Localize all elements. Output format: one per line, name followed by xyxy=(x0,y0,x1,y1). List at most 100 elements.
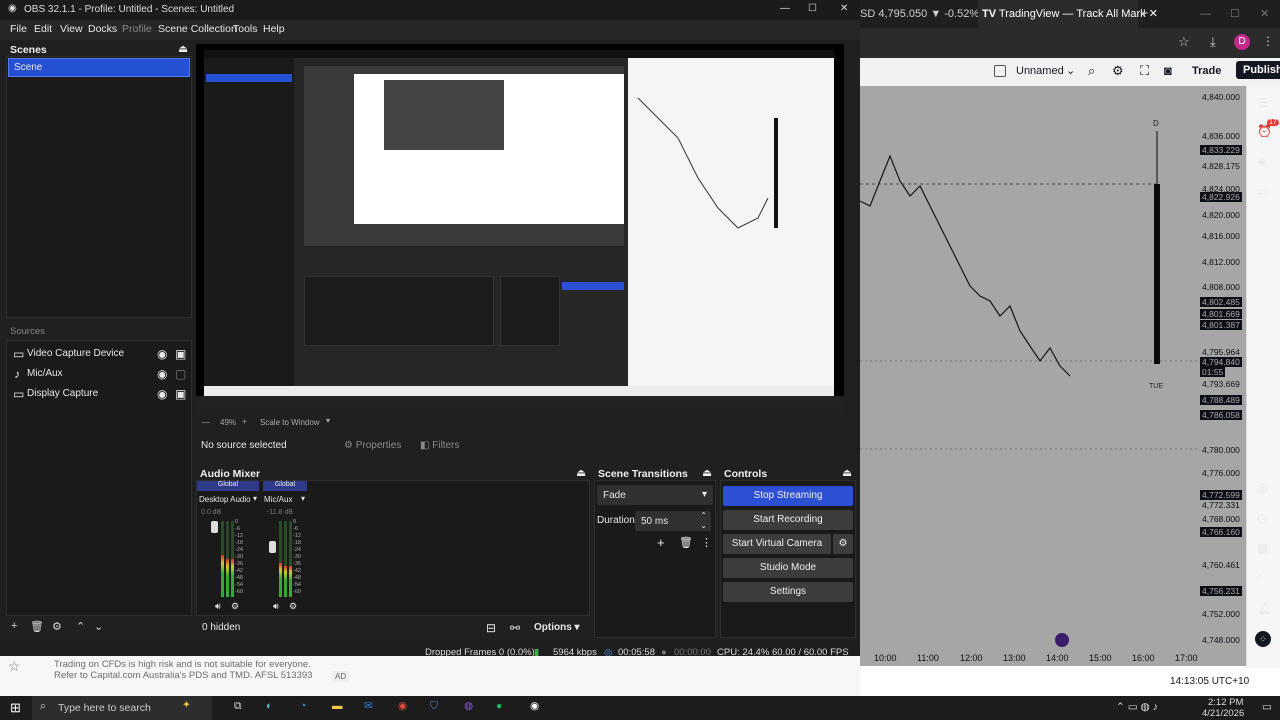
scale-select[interactable]: Scale to Window xyxy=(260,418,320,427)
task-view-icon[interactable]: ⧉ xyxy=(234,700,242,713)
virtual-camera-button[interactable]: Start Virtual Camera xyxy=(723,534,831,554)
options-button[interactable]: Options ▾ xyxy=(534,622,580,633)
close-icon[interactable]: ✕ xyxy=(1149,8,1158,20)
start-recording-button[interactable]: Start Recording xyxy=(723,510,853,530)
watchlist-icon[interactable]: ☰ xyxy=(1257,96,1268,110)
spotify-icon[interactable]: ● xyxy=(496,700,502,712)
channel-name-mic[interactable]: Mic/Aux xyxy=(264,495,292,504)
eye-icon[interactable]: ◉ xyxy=(157,367,167,381)
stop-streaming-button[interactable]: Stop Streaming xyxy=(723,486,853,506)
checkbox-icon[interactable] xyxy=(994,65,1006,77)
zoom-in-icon[interactable]: + xyxy=(242,417,247,426)
chat-icon[interactable]: ▭ xyxy=(1257,184,1268,198)
publish-button[interactable]: Publish xyxy=(1236,61,1280,79)
edge-icon[interactable]: ◔ xyxy=(300,700,306,712)
browser-tab-tradingview[interactable]: TV TradingView — Track All Mark ✕ xyxy=(978,0,1158,28)
menu-icon[interactable]: ⋮ xyxy=(1262,34,1274,48)
taskbar-search[interactable]: ⌕ Type here to search ✦ xyxy=(32,696,212,720)
price-chart[interactable]: D TUE xyxy=(859,86,1200,666)
lock-icon[interactable]: ▣ xyxy=(175,387,186,401)
arrow-down-icon[interactable]: ⌄ xyxy=(94,620,103,633)
shield-icon[interactable]: ⛉ xyxy=(430,700,438,713)
bell-icon[interactable]: 🔔︎ xyxy=(1257,601,1272,615)
maximize-icon[interactable]: ☐ xyxy=(1230,0,1240,28)
source-item[interactable]: ▭ Display Capture ◉ ▣ xyxy=(7,385,191,403)
trash-icon[interactable]: 🗑︎ xyxy=(679,536,693,549)
scene-item[interactable]: Scene xyxy=(8,58,190,77)
layout-icon[interactable]: ⊟ xyxy=(486,621,496,635)
copilot-icon[interactable]: ◐ xyxy=(266,700,272,712)
minimize-icon[interactable]: — xyxy=(1200,0,1211,28)
undock-icon[interactable]: ⏏ xyxy=(576,467,586,479)
settings-icon[interactable]: ⚙ xyxy=(289,601,297,612)
close-window-icon[interactable]: ✕ xyxy=(1260,0,1269,28)
volume-slider[interactable] xyxy=(269,541,276,553)
menu-help[interactable]: Help xyxy=(263,23,285,35)
minimize-icon[interactable]: — xyxy=(780,3,790,14)
chevron-down-icon[interactable]: ▾ xyxy=(326,416,330,425)
browser-tab-xauusd[interactable]: SD 4,795.050 ▼ -0.52% | ✕ xyxy=(860,0,997,28)
lock-icon[interactable]: ▢ xyxy=(175,367,186,381)
notification-icon[interactable]: ▭ xyxy=(1262,701,1272,713)
chevron-down-icon[interactable]: ▾ xyxy=(301,494,305,503)
studio-mode-button[interactable]: Studio Mode xyxy=(723,558,853,578)
menu-edit[interactable]: Edit xyxy=(34,23,52,35)
add-icon[interactable]: + xyxy=(11,620,17,632)
star-icon[interactable]: ☆ xyxy=(8,658,21,675)
windows-start-icon[interactable]: ⊞ xyxy=(10,700,21,716)
preview-canvas[interactable] xyxy=(196,44,844,414)
filters-button[interactable]: ◧ Filters xyxy=(420,440,459,451)
menu-scene-collection[interactable]: Scene Collection xyxy=(158,23,237,35)
utc-clock[interactable]: 14:13:05 UTC+10 xyxy=(1170,676,1249,687)
transition-select[interactable]: Fade ▾ xyxy=(597,485,713,505)
more-icon[interactable]: ⋮ xyxy=(701,536,712,549)
chevron-down-icon[interactable]: ⌄ xyxy=(1066,64,1075,77)
volume-slider[interactable] xyxy=(211,521,218,533)
trade-button[interactable]: Trade xyxy=(1192,65,1221,77)
source-item[interactable]: ▭ Video Capture Device ◉ ▣ xyxy=(7,345,191,363)
layers-icon[interactable]: ◈ xyxy=(1257,154,1266,168)
gear-icon[interactable]: ⚙ xyxy=(52,620,62,633)
settings-icon[interactable]: ⚙ xyxy=(231,601,239,612)
undock-icon[interactable]: ⏏ xyxy=(702,467,712,479)
undock-icon[interactable]: ⏏ xyxy=(178,43,188,55)
obs-icon[interactable]: ◉ xyxy=(530,700,539,712)
layout-name[interactable]: Unnamed xyxy=(1016,65,1064,77)
lock-icon[interactable]: ▣ xyxy=(175,347,186,361)
broadcast-icon[interactable]: ◜ xyxy=(1257,571,1262,585)
menu-view[interactable]: View xyxy=(60,23,83,35)
link-icon[interactable]: ⚯ xyxy=(510,621,520,635)
menu-profile[interactable]: Profile xyxy=(122,23,152,35)
camera-icon[interactable]: ◙ xyxy=(1164,63,1172,78)
fullscreen-icon[interactable]: ⛶ xyxy=(1140,63,1149,79)
tray-icons[interactable]: ⌃ ▭ ◍ ♪ xyxy=(1116,701,1158,713)
menu-docks[interactable]: Docks xyxy=(88,23,117,35)
add-icon[interactable]: + xyxy=(657,535,665,550)
folder-icon[interactable]: ▬ xyxy=(332,700,343,712)
search-icon[interactable]: ⌕ xyxy=(1088,63,1095,79)
eye-icon[interactable]: ◉ xyxy=(157,347,167,361)
mail-icon[interactable]: ✉ xyxy=(364,700,373,712)
alerts-icon[interactable]: ⏰ xyxy=(1257,124,1272,138)
menu-tools[interactable]: Tools xyxy=(233,23,258,35)
duration-spinbox[interactable]: 50 ms ⌃ ⌄ xyxy=(635,511,711,531)
properties-button[interactable]: ⚙ Properties xyxy=(344,440,401,451)
stepper-icon[interactable]: ⌃ ⌄ xyxy=(700,511,707,531)
channel-name-desktop[interactable]: Desktop Audio xyxy=(199,495,251,504)
menu-file[interactable]: File xyxy=(10,23,27,35)
profile-avatar[interactable]: D xyxy=(1234,34,1250,50)
gear-icon[interactable]: ⚙ xyxy=(1112,63,1124,79)
taskbar-time[interactable]: 2:12 PM xyxy=(1208,697,1243,708)
star-icon[interactable]: ☆ xyxy=(1178,34,1190,50)
app-icon[interactable]: ◍ xyxy=(464,700,473,712)
maximize-icon[interactable]: ☐ xyxy=(808,3,817,14)
undock-icon[interactable]: ⏏ xyxy=(842,467,852,479)
new-tab-icon[interactable]: + xyxy=(1140,0,1149,28)
settings-button[interactable]: Settings xyxy=(723,582,853,602)
speaker-icon[interactable]: 🔊︎ xyxy=(273,601,279,612)
time-icon[interactable]: ◷ xyxy=(1257,511,1267,525)
chevron-down-icon[interactable]: ▾ xyxy=(253,494,257,503)
apps-icon[interactable]: ⁘ xyxy=(1255,631,1271,647)
chrome-icon[interactable]: ◉ xyxy=(398,700,407,712)
source-item[interactable]: ♪ Mic/Aux ◉ ▢ xyxy=(7,365,191,383)
